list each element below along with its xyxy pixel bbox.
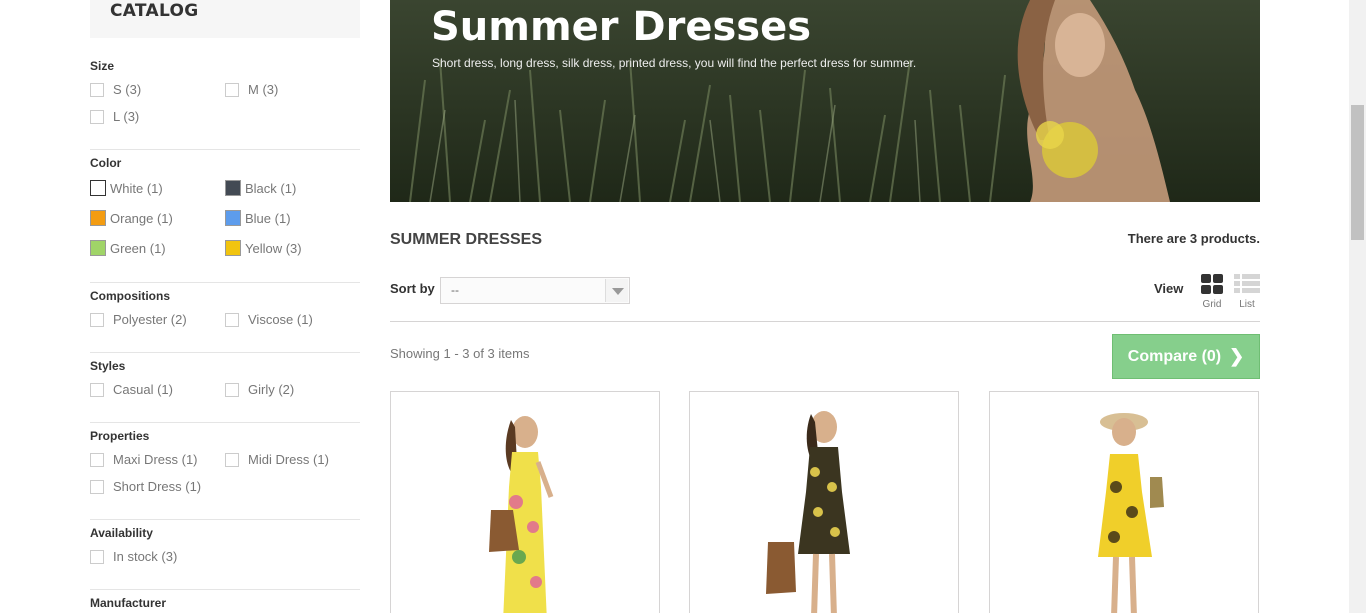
- filter-option-color-yellow[interactable]: Yellow (3): [225, 240, 302, 256]
- category-name: SUMMER DRESSES: [390, 231, 543, 248]
- product-card[interactable]: [989, 391, 1259, 613]
- filter-title-compositions: Compositions: [90, 289, 170, 303]
- compare-label: Compare (0): [1127, 347, 1222, 365]
- filter-option-size-l[interactable]: L (3): [90, 109, 139, 124]
- sort-value: --: [451, 283, 459, 297]
- catalog-header: CATALOG: [90, 0, 360, 38]
- divider: [90, 149, 360, 150]
- checkbox[interactable]: [90, 312, 104, 327]
- product-image[interactable]: [391, 392, 659, 613]
- checkbox[interactable]: [90, 109, 104, 124]
- filter-option-color-orange[interactable]: Orange (1): [90, 210, 173, 226]
- color-swatch[interactable]: [90, 210, 106, 226]
- filter-option-color-blue[interactable]: Blue (1): [225, 210, 291, 226]
- filter-option-in-stock[interactable]: In stock (3): [90, 549, 177, 564]
- filter-title-size: Size: [90, 59, 115, 73]
- grid-icon: [1201, 274, 1223, 294]
- product-count: There are 3 products.: [1127, 231, 1260, 246]
- checkbox[interactable]: [90, 382, 104, 397]
- filter-option-color-green[interactable]: Green (1): [90, 240, 166, 256]
- filter-option-maxi-dress[interactable]: Maxi Dress (1): [90, 452, 198, 467]
- sort-select[interactable]: --: [440, 277, 630, 304]
- filter-title-properties: Properties: [90, 429, 150, 443]
- checkbox[interactable]: [225, 82, 239, 97]
- scrollbar-thumb[interactable]: [1351, 105, 1364, 240]
- color-swatch[interactable]: [90, 240, 106, 256]
- filter-option-size-s[interactable]: S (3): [90, 82, 141, 97]
- filter-styles: Styles Casual (1) Girly (2): [90, 359, 360, 423]
- filter-title-manufacturer: Manufacturer: [90, 596, 167, 610]
- filter-properties: Properties Maxi Dress (1) Midi Dress (1)…: [90, 429, 360, 520]
- color-swatch[interactable]: [90, 180, 106, 196]
- filter-title-color: Color: [90, 156, 122, 170]
- filter-option-casual[interactable]: Casual (1): [90, 382, 173, 397]
- filter-option-color-black[interactable]: Black (1): [225, 180, 296, 196]
- divider: [90, 589, 360, 590]
- filter-title-styles: Styles: [90, 359, 126, 373]
- scrollbar[interactable]: [1349, 0, 1366, 613]
- filter-color: Color White (1) Black (1) Orange (1) Blu…: [90, 156, 360, 283]
- filter-option-girly[interactable]: Girly (2): [225, 382, 294, 397]
- filter-option-size-m[interactable]: M (3): [225, 82, 278, 97]
- filter-option-viscose[interactable]: Viscose (1): [225, 312, 313, 327]
- filter-size: Size S (3) M (3) L (3): [90, 59, 360, 150]
- divider: [90, 352, 360, 353]
- divider: [90, 282, 360, 283]
- category-banner: Summer Dresses Short dress, long dress, …: [390, 0, 1260, 202]
- list-icon: [1234, 274, 1260, 293]
- product-card[interactable]: [689, 391, 959, 613]
- compare-button[interactable]: Compare (0) ❯: [1112, 334, 1260, 379]
- divider: [90, 422, 360, 423]
- filter-option-polyester[interactable]: Polyester (2): [90, 312, 187, 327]
- grid-label: Grid: [1202, 299, 1222, 310]
- checkbox[interactable]: [225, 312, 239, 327]
- list-view-button[interactable]: List: [1234, 274, 1260, 310]
- filter-manufacturer: Manufacturer: [90, 596, 360, 610]
- list-label: List: [1239, 299, 1255, 310]
- sort-label: Sort by: [390, 281, 435, 296]
- filter-availability: Availability In stock (3): [90, 526, 360, 590]
- product-image[interactable]: [690, 392, 958, 613]
- checkbox[interactable]: [225, 382, 239, 397]
- view-label: View: [1154, 281, 1184, 296]
- showing-text: Showing 1 - 3 of 3 items: [390, 346, 530, 361]
- chevron-down-icon[interactable]: [605, 279, 628, 302]
- chevron-right-icon: ❯: [1229, 346, 1245, 366]
- product-card[interactable]: [390, 391, 660, 613]
- checkbox[interactable]: [225, 452, 239, 467]
- checkbox[interactable]: [90, 479, 104, 494]
- catalog-title: CATALOG: [110, 1, 199, 21]
- banner-title: Summer Dresses: [431, 4, 812, 50]
- product-image[interactable]: [990, 392, 1258, 613]
- checkbox[interactable]: [90, 549, 104, 564]
- filter-option-short-dress[interactable]: Short Dress (1): [90, 479, 201, 494]
- checkbox[interactable]: [90, 452, 104, 467]
- filter-compositions: Compositions Polyester (2) Viscose (1): [90, 289, 360, 353]
- grid-view-button[interactable]: Grid: [1199, 274, 1225, 310]
- filter-option-midi-dress[interactable]: Midi Dress (1): [225, 452, 329, 467]
- color-swatch[interactable]: [225, 210, 241, 226]
- banner-description: Short dress, long dress, silk dress, pri…: [432, 56, 917, 70]
- filter-option-color-white[interactable]: White (1): [90, 180, 163, 196]
- checkbox[interactable]: [90, 82, 104, 97]
- filter-title-availability: Availability: [90, 526, 153, 540]
- color-swatch[interactable]: [225, 240, 241, 256]
- color-swatch[interactable]: [225, 180, 241, 196]
- divider: [390, 321, 1260, 322]
- divider: [90, 519, 360, 520]
